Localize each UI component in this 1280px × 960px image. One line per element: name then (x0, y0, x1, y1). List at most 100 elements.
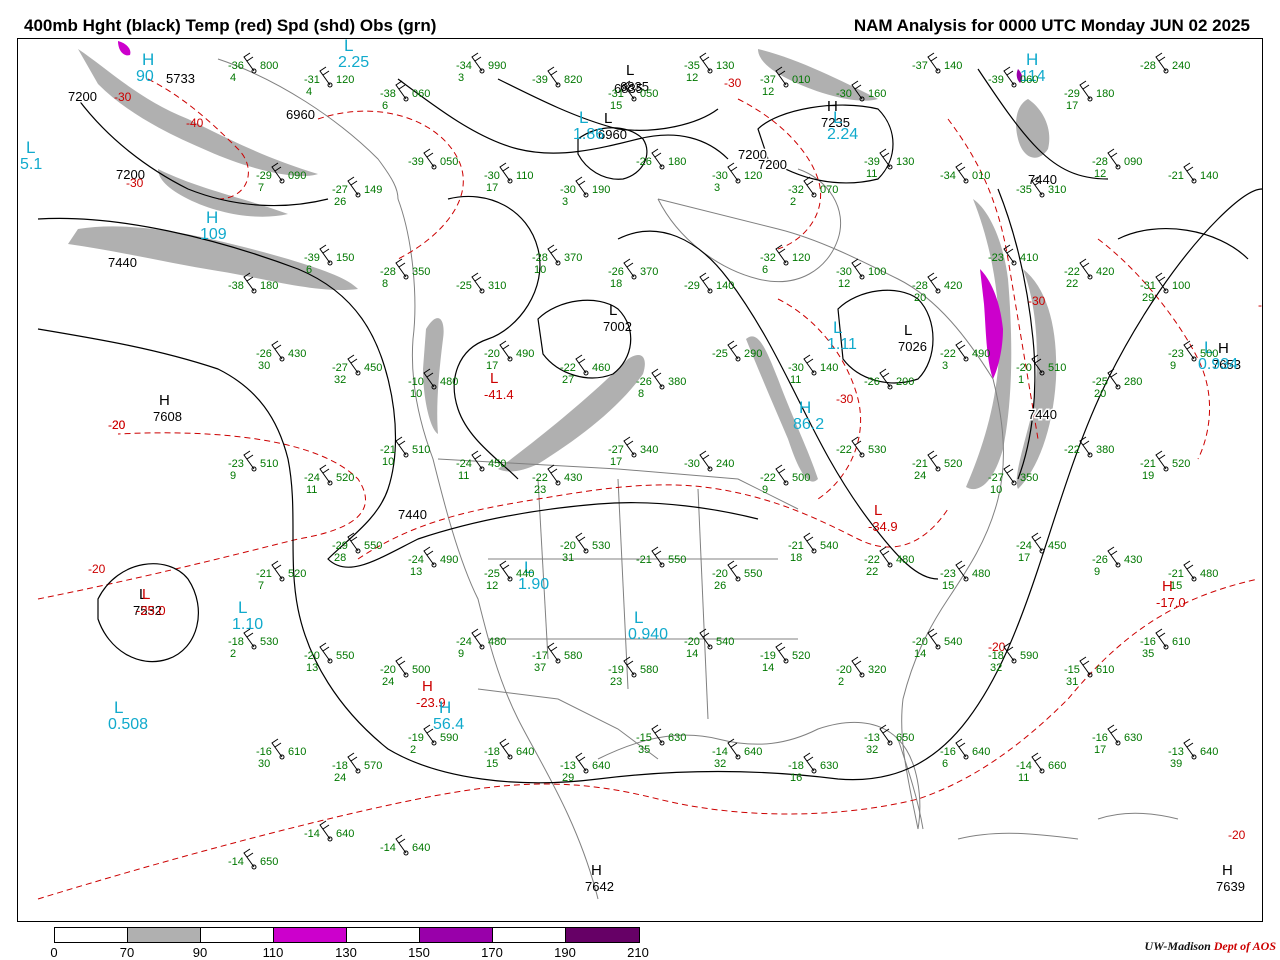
station-dewpoint-depression: 6 (762, 264, 768, 276)
wind-barb (955, 340, 967, 360)
station-height: 340 (640, 444, 658, 456)
center-value-label: -34.9 (868, 519, 898, 534)
station-dewpoint-depression: 13 (410, 566, 422, 578)
station-plot: -30 110 17 (484, 162, 534, 194)
station-temperature: -29 (256, 170, 272, 182)
station-temperature: -30 (712, 170, 728, 182)
station-height: 820 (564, 74, 582, 86)
station-plot: -30 190 3 (560, 176, 610, 208)
station-height: 380 (1096, 444, 1114, 456)
station-height: 180 (260, 280, 278, 292)
station-temperature: -20 (1016, 362, 1032, 374)
center-value-label: 1.86 (573, 126, 604, 143)
station-dewpoint-depression: 39 (1170, 758, 1182, 770)
map-title: 400mb Hght (black) Temp (red) Spd (shd) … (24, 16, 437, 35)
station-dewpoint-depression: 29 (1142, 292, 1154, 304)
station-dewpoint-depression: 13 (306, 662, 318, 674)
station-plot: -13 640 29 (560, 752, 610, 784)
wind-barb (319, 464, 331, 484)
station-height: 640 (412, 842, 430, 854)
station-dewpoint-depression: 9 (458, 648, 464, 660)
station-height: 100 (868, 266, 886, 278)
colorbar-label: 0 (50, 945, 58, 960)
station-height: 800 (260, 60, 278, 72)
station-height: 510 (260, 458, 278, 470)
station-plot: -28 240 (1140, 52, 1190, 74)
station-plot: -23 510 9 (228, 450, 278, 482)
station-plot: -24 450 11 (456, 450, 506, 482)
station-height: 070 (820, 184, 838, 196)
station-plot: -18 640 15 (484, 738, 534, 770)
station-plot: -19 520 14 (760, 642, 810, 674)
station-plot: -18 530 2 (228, 628, 278, 660)
station-height: 650 (260, 856, 278, 868)
station-temperature: -21 (636, 554, 652, 566)
station-dewpoint-depression: 24 (914, 470, 926, 482)
station-dewpoint-depression: 31 (562, 552, 574, 564)
station-dewpoint-depression: 4 (306, 86, 312, 98)
station-height: 110 (516, 170, 534, 182)
station-dewpoint-depression: 18 (790, 552, 802, 564)
station-temperature: -24 (304, 472, 320, 484)
wind-barb (623, 436, 635, 456)
colorbar-segment (55, 928, 128, 942)
station-temperature: -24 (456, 458, 472, 470)
station-temperature: -39 (988, 74, 1004, 86)
station-height: 350 (1020, 472, 1038, 484)
wind-barb (1183, 560, 1195, 580)
station-temperature: -16 (256, 746, 272, 758)
station-height: 350 (412, 266, 430, 278)
wind-barb (1107, 148, 1119, 168)
state-border-1 (537, 478, 549, 660)
wind-barb (547, 642, 559, 662)
station-plot: -26 380 8 (636, 368, 686, 400)
wind-barb (319, 244, 331, 264)
station-temperature: -31 (608, 88, 624, 100)
wind-barb (727, 560, 739, 580)
wind-barb (395, 436, 407, 456)
center-value-label: -25.0 (136, 603, 166, 618)
wind-barb (395, 656, 407, 676)
wind-barb (927, 450, 939, 470)
station-temperature: -28 (532, 252, 548, 264)
station-dewpoint-depression: 17 (1018, 552, 1030, 564)
station-dewpoint-depression: 23 (534, 484, 546, 496)
height-contour-label: 7440 (1028, 407, 1057, 422)
jet-shading-hudson (758, 49, 878, 101)
station-height: 290 (744, 348, 762, 360)
station-height: 370 (640, 266, 658, 278)
wind-barb (727, 340, 739, 360)
temp-contour-minus30-conus (357, 484, 949, 560)
station-temperature: -18 (228, 636, 244, 648)
station-plot: -21 140 (1168, 162, 1218, 184)
station-temperature: -31 (304, 74, 320, 86)
wind-barb (471, 450, 483, 470)
center-marker-H: H (1026, 50, 1038, 69)
station-plot: -39 050 (408, 148, 458, 170)
station-dewpoint-depression: 35 (638, 744, 650, 756)
station-temperature: -17 (532, 650, 548, 662)
station-dewpoint-depression: 10 (382, 456, 394, 468)
station-temperature: -25 (484, 568, 500, 580)
station-temperature: -13 (560, 760, 576, 772)
station-height: 520 (336, 472, 354, 484)
center-value-label: 1.11 (827, 336, 857, 353)
station-height: 480 (896, 554, 914, 566)
wind-barb (927, 52, 939, 72)
map-canvas: 7200720074407440744074407200720069605733… (20, 39, 1262, 900)
station-temperature: -34 (456, 60, 472, 72)
wind-barb (651, 148, 663, 168)
height-contour-label: 7440 (108, 255, 137, 270)
station-height: 540 (820, 540, 838, 552)
station-height: 380 (668, 376, 686, 388)
station-plot: -26 430 30 (256, 340, 306, 372)
station-dewpoint-depression: 30 (258, 360, 270, 372)
station-height: 500 (1200, 348, 1218, 360)
station-temperature: -18 (484, 746, 500, 758)
station-height: 500 (792, 472, 810, 484)
station-temperature: -19 (608, 664, 624, 676)
wind-barb (471, 628, 483, 648)
station-plot: -26 430 9 (1092, 546, 1142, 578)
station-temperature: -18 (988, 650, 1004, 662)
station-temperature: -30 (484, 170, 500, 182)
